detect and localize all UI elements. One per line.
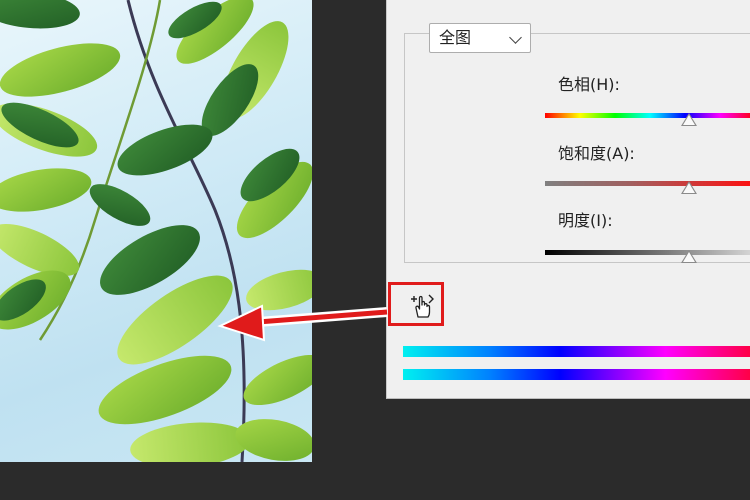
lightness-label: 明度(I): [558, 211, 613, 230]
hue-saturation-dialog: 全图 色相(H): 饱和度(A): 明度(I): [386, 0, 750, 399]
hue-slider-thumb[interactable] [681, 113, 697, 126]
saturation-label: 饱和度(A): [558, 144, 635, 163]
edit-range-select[interactable]: 全图 [429, 23, 531, 53]
saturation-slider-track[interactable] [545, 181, 750, 186]
hue-label: 色相(H): [558, 75, 620, 94]
lightness-slider-thumb[interactable] [681, 250, 697, 263]
input-spectrum-bar [403, 346, 750, 357]
leaf-photo [0, 0, 312, 462]
image-canvas[interactable] [0, 0, 312, 462]
annotation-highlight [388, 282, 444, 326]
hue-slider-track[interactable] [545, 113, 750, 118]
lightness-slider-track[interactable] [545, 250, 750, 255]
saturation-slider-thumb[interactable] [681, 181, 697, 194]
edit-range-value: 全图 [439, 28, 472, 47]
output-spectrum-bar [403, 369, 750, 380]
chevron-down-icon [509, 31, 522, 44]
